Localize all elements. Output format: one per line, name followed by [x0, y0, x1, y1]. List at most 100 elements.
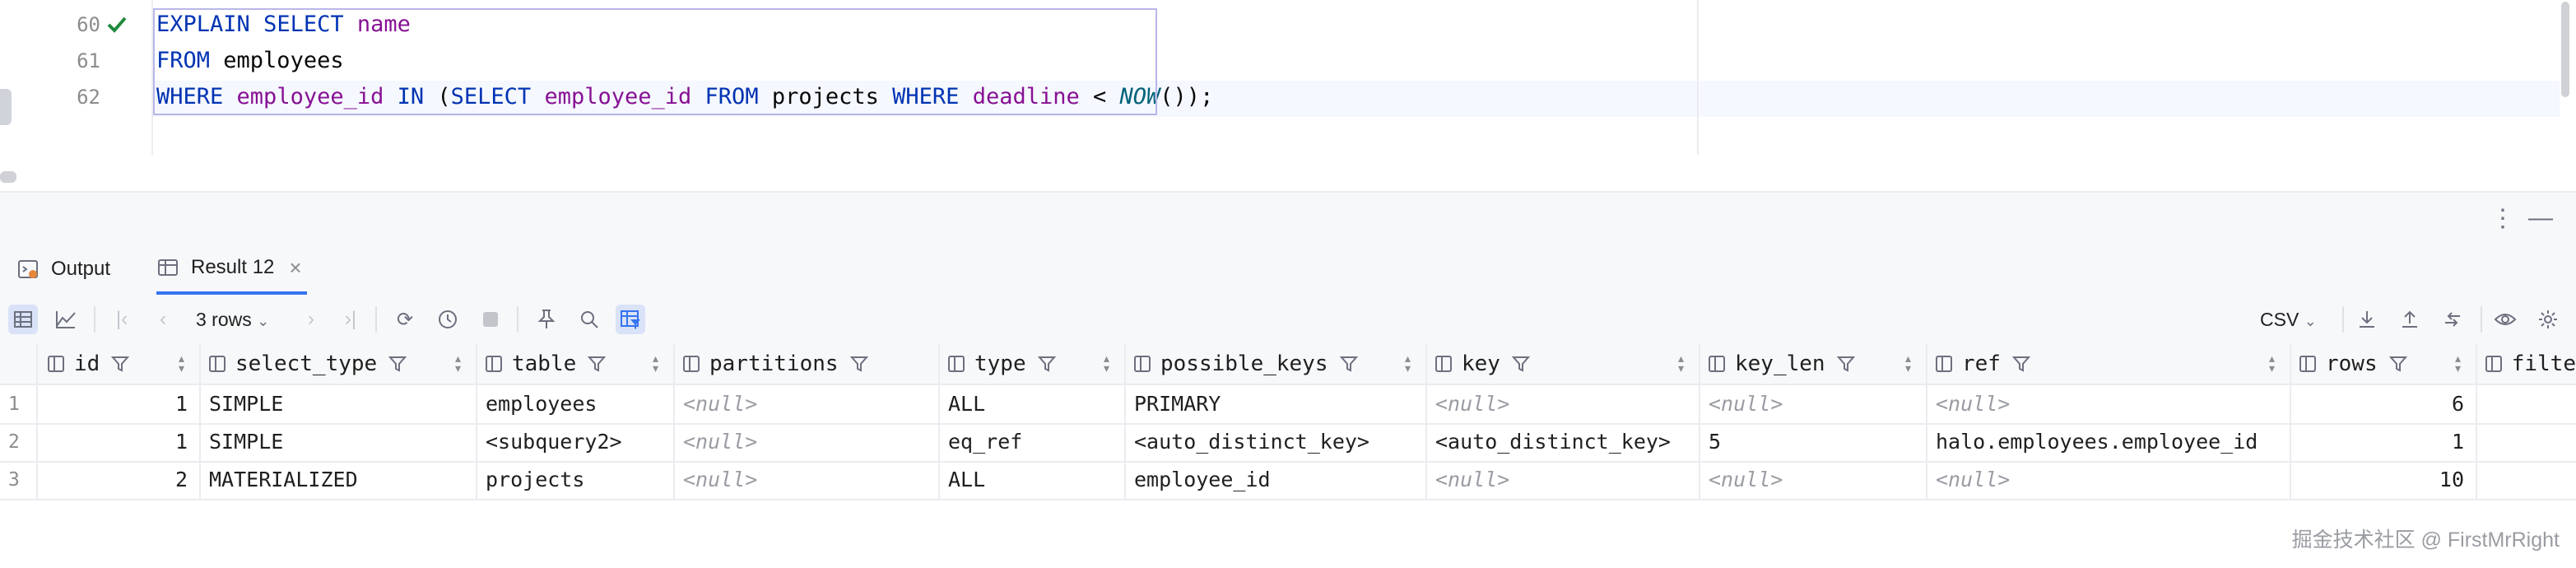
export-format-dropdown[interactable]: CSV ⌄ — [2260, 305, 2317, 334]
minimize-icon[interactable]: — — [2528, 204, 2553, 232]
column-header-ref[interactable]: ref ▴ ▾ — [1936, 344, 2290, 384]
cell-ref[interactable]: <null> — [1936, 461, 2278, 499]
cell-type[interactable]: eq_ref — [948, 423, 1113, 461]
history-clock-icon[interactable] — [433, 305, 463, 334]
pin-icon[interactable] — [532, 305, 561, 334]
cell-table[interactable]: employees — [486, 385, 662, 423]
cell-id[interactable]: 1 — [48, 385, 188, 423]
sql-editor[interactable]: 60 61 62 EXPLAIN SELECT name FROM employ… — [0, 0, 2576, 155]
sort-arrows-icon[interactable]: ▴ ▾ — [455, 352, 461, 374]
cell-select-type[interactable]: MATERIALIZED — [209, 461, 464, 499]
cell-rows[interactable]: 6 — [2299, 385, 2464, 423]
sort-arrows-icon[interactable]: ▴ ▾ — [2455, 352, 2461, 374]
sort-arrows-icon[interactable]: ▴ ▾ — [1905, 352, 1911, 374]
filter-funnel-icon[interactable] — [1037, 355, 1056, 373]
result-grid[interactable]: id ▴ ▾ select_type ▴ ▾ table ▴ ▾ partitions type ▴ ▾… — [0, 344, 2576, 500]
sort-arrows-icon[interactable]: ▴ ▾ — [179, 352, 184, 374]
compare-arrows-icon[interactable] — [2438, 305, 2467, 334]
download-icon[interactable] — [2352, 305, 2382, 334]
column-header-label: select_type — [235, 352, 378, 376]
table-row[interactable]: 1 1 SIMPLE employees <null> ALL PRIMARY <null> <… — [0, 385, 2576, 425]
cell-key[interactable]: <null> — [1435, 461, 1687, 499]
row-number[interactable]: 3 — [8, 461, 33, 499]
filter-funnel-icon[interactable] — [1511, 355, 1530, 373]
close-tab-icon[interactable]: × — [289, 255, 301, 281]
column-header-select-type[interactable]: select_type ▴ ▾ — [209, 344, 476, 384]
column-header-id[interactable]: id ▴ ▾ — [48, 344, 199, 384]
column-header-key[interactable]: key ▴ ▾ — [1435, 344, 1699, 384]
cell-table[interactable]: projects — [486, 461, 662, 499]
search-icon[interactable] — [574, 305, 604, 334]
cell-possible-keys[interactable]: <auto_distinct_key> — [1134, 423, 1414, 461]
cell-type[interactable]: ALL — [948, 385, 1113, 423]
last-page-icon[interactable]: ›| — [336, 305, 365, 334]
tab-output-label: Output — [51, 258, 111, 280]
column-header-possible-keys[interactable]: possible_keys ▴ ▾ — [1134, 344, 1425, 384]
column-header-filte[interactable]: filte — [2485, 344, 2576, 384]
sort-arrows-icon[interactable]: ▴ ▾ — [2269, 352, 2275, 374]
column-header-partitions[interactable]: partitions — [683, 344, 938, 384]
sort-arrows-icon[interactable]: ▴ ▾ — [1104, 352, 1109, 374]
eye-icon[interactable] — [2490, 305, 2520, 334]
cell-possible-keys[interactable]: employee_id — [1134, 461, 1414, 499]
cell-id[interactable]: 1 — [48, 423, 188, 461]
tab-output[interactable]: Output — [16, 244, 110, 295]
table-row[interactable]: 3 2 MATERIALIZED projects <null> ALL employee_… — [0, 461, 2576, 500]
cell-table[interactable]: <subquery2> — [486, 423, 662, 461]
filter-funnel-icon[interactable] — [388, 355, 407, 373]
cell-select-type[interactable]: SIMPLE — [209, 423, 464, 461]
cell-key-len[interactable]: 5 — [1709, 423, 1914, 461]
sort-arrows-icon[interactable]: ▴ ▾ — [653, 352, 658, 374]
filter-funnel-icon[interactable] — [2388, 355, 2407, 373]
cell-rows[interactable]: 1 — [2299, 423, 2464, 461]
table-view-icon[interactable] — [8, 305, 38, 334]
settings-gear-icon[interactable] — [2533, 305, 2563, 334]
cell-possible-keys[interactable]: PRIMARY — [1134, 385, 1414, 423]
filter-funnel-icon[interactable] — [588, 355, 607, 373]
column-header-rows[interactable]: rows ▴ ▾ — [2299, 344, 2476, 384]
column-header-type[interactable]: type ▴ ▾ — [948, 344, 1124, 384]
filter-toggle-icon[interactable] — [616, 305, 645, 334]
cell-key-len[interactable]: <null> — [1709, 461, 1914, 499]
filter-funnel-icon[interactable] — [111, 355, 130, 373]
more-options-icon[interactable]: ⋮ — [2490, 204, 2515, 233]
column-icon — [486, 356, 502, 372]
column-header-key-len[interactable]: key_len ▴ ▾ — [1709, 344, 1926, 384]
column-icon — [1435, 356, 1452, 372]
filter-funnel-icon[interactable] — [1339, 355, 1358, 373]
cell-ref[interactable]: halo.employees.employee_id — [1936, 423, 2278, 461]
column-header-label: table — [512, 352, 577, 376]
first-page-icon[interactable]: |‹ — [107, 305, 137, 334]
stop-icon[interactable] — [476, 305, 505, 334]
column-header-table[interactable]: table ▴ ▾ — [486, 344, 673, 384]
tab-result[interactable]: Result 12 × — [156, 244, 307, 295]
cell-partitions[interactable]: <null> — [683, 461, 927, 499]
upload-icon[interactable] — [2395, 305, 2425, 334]
cell-rows[interactable]: 10 — [2299, 461, 2464, 499]
chart-view-icon[interactable] — [51, 305, 81, 334]
cell-ref[interactable]: <null> — [1936, 385, 2278, 423]
cell-partitions[interactable]: <null> — [683, 385, 927, 423]
filter-funnel-icon[interactable] — [849, 355, 868, 373]
filter-funnel-icon[interactable] — [1836, 355, 1855, 373]
row-number[interactable]: 2 — [8, 423, 33, 461]
cell-key[interactable]: <auto_distinct_key> — [1435, 423, 1687, 461]
next-page-icon[interactable]: › — [296, 305, 326, 334]
editor-scrollbar[interactable] — [2561, 2, 2569, 97]
cell-partitions[interactable]: <null> — [683, 423, 927, 461]
filter-funnel-icon[interactable] — [2011, 355, 2030, 373]
editor-horizontal-scrollbar[interactable] — [0, 171, 16, 183]
column-icon — [1936, 356, 1952, 372]
cell-select-type[interactable]: SIMPLE — [209, 385, 464, 423]
sort-arrows-icon[interactable]: ▴ ▾ — [1678, 352, 1684, 374]
sort-arrows-icon[interactable]: ▴ ▾ — [1405, 352, 1411, 374]
previous-page-icon[interactable]: ‹ — [148, 305, 178, 334]
row-number[interactable]: 1 — [8, 385, 33, 423]
cell-key[interactable]: <null> — [1435, 385, 1687, 423]
cell-id[interactable]: 2 — [48, 461, 188, 499]
cell-key-len[interactable]: <null> — [1709, 385, 1914, 423]
table-row[interactable]: 2 1 SIMPLE <subquery2> <null> eq_ref <auto_dis… — [0, 423, 2576, 463]
rows-count-dropdown[interactable]: 3 rows ⌄ — [196, 305, 269, 334]
cell-type[interactable]: ALL — [948, 461, 1113, 499]
refresh-icon[interactable]: ⟳ — [390, 305, 420, 334]
